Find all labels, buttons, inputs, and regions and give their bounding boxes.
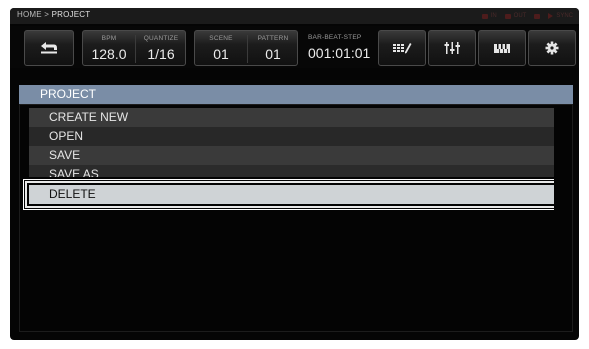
bpm-value: 128.0 — [91, 46, 127, 62]
pattern-field[interactable]: PATTERN 01 — [248, 31, 298, 67]
back-button[interactable] — [24, 30, 74, 66]
bpm-label: BPM — [101, 35, 117, 42]
midi-out-indicator: OUT — [504, 13, 527, 19]
scene-field[interactable]: SCENE 01 — [195, 31, 247, 67]
sync-indicator: SYNC — [548, 13, 573, 19]
midi-in-indicator: IN — [481, 13, 497, 19]
sync-label: SYNC — [556, 13, 573, 19]
scrollbar-track[interactable] — [554, 105, 570, 331]
gear-icon — [545, 41, 559, 55]
mixer-button[interactable] — [428, 30, 476, 66]
play-icon — [548, 13, 554, 19]
menu-item-label: DELETE — [49, 187, 96, 201]
scene-value: 01 — [213, 46, 229, 62]
toolbar: BPM 128.0 QUANTIZE 1/16 SCENE 01 PATTERN… — [10, 26, 579, 68]
midi-out-light — [504, 13, 511, 19]
bpm-field[interactable]: BPM 128.0 — [83, 31, 135, 67]
pattern-label: PATTERN — [257, 35, 289, 42]
menu-item-delete[interactable]: DELETE — [25, 181, 566, 208]
device-screen: HOME > PROJECT IN OUT SYNC BPM 128.0 QUA… — [10, 8, 579, 340]
breadcrumb-separator: > — [44, 10, 50, 19]
keyboard-icon — [494, 44, 510, 53]
project-menu-panel: CREATE NEW OPEN SAVE SAVE AS DELETE — [19, 104, 573, 332]
menu-item-label: CREATE NEW — [49, 110, 129, 124]
keyboard-button[interactable] — [478, 30, 526, 66]
quantize-field[interactable]: QUANTIZE 1/16 — [136, 31, 186, 67]
midi-in-label: IN — [490, 13, 497, 19]
menu-item-save[interactable]: SAVE — [29, 146, 562, 165]
scene-label: SCENE — [209, 35, 233, 42]
back-icon — [41, 42, 57, 54]
menu-item-save-as[interactable]: SAVE AS — [29, 165, 562, 177]
settings-button[interactable] — [528, 30, 576, 66]
breadcrumb-current: PROJECT — [51, 10, 91, 19]
midi-in-light — [481, 13, 488, 19]
status-indicators: IN OUT SYNC — [481, 11, 573, 21]
menu-item-label: SAVE AS — [49, 167, 99, 177]
scene-pattern-group: SCENE 01 PATTERN 01 — [194, 30, 298, 66]
menu-item-label: OPEN — [49, 129, 84, 143]
quantize-value: 1/16 — [147, 46, 175, 62]
tempo-group: BPM 128.0 QUANTIZE 1/16 — [82, 30, 186, 66]
menu-item-create-new[interactable]: CREATE NEW — [29, 108, 562, 127]
record-light — [534, 13, 541, 19]
record-indicator — [534, 13, 541, 19]
panel-title: PROJECT — [19, 85, 573, 104]
pattern-value: 01 — [265, 46, 281, 62]
menu-item-label: SAVE — [49, 148, 81, 162]
position-value: 001:01:01 — [308, 45, 371, 61]
sequence-edit-icon — [393, 43, 412, 54]
breadcrumb: HOME > PROJECT — [17, 10, 90, 19]
midi-out-label: OUT — [513, 13, 527, 19]
position-label: BAR-BEAT-STEP — [308, 34, 362, 41]
mixer-icon — [444, 42, 460, 54]
breadcrumb-home[interactable]: HOME — [17, 10, 42, 19]
sequence-edit-button[interactable] — [378, 30, 426, 66]
position-field: BAR-BEAT-STEP 001:01:01 — [302, 30, 372, 66]
quantize-label: QUANTIZE — [143, 35, 179, 42]
status-bar: HOME > PROJECT IN OUT SYNC — [10, 8, 579, 24]
menu-item-open[interactable]: OPEN — [29, 127, 562, 146]
